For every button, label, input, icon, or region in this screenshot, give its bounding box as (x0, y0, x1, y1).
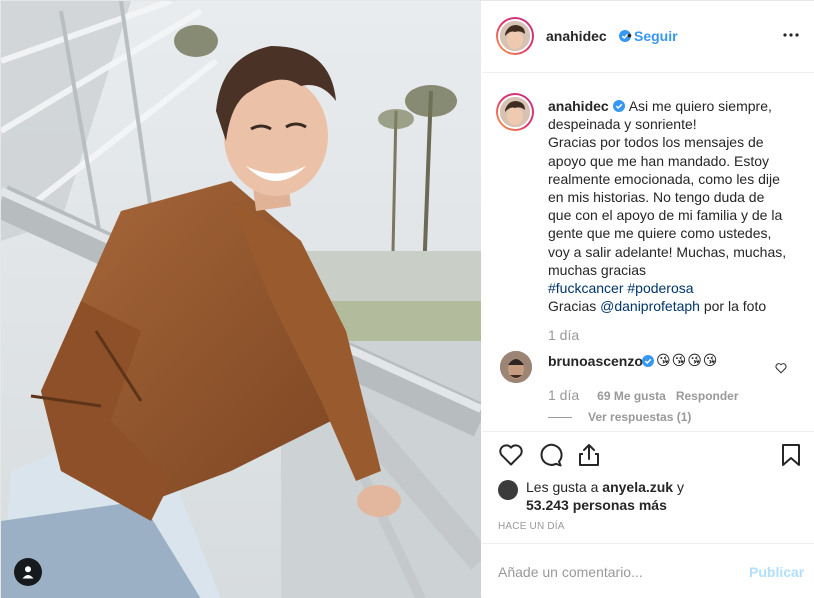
photographer-mention[interactable]: @daniprofetaph (600, 298, 700, 314)
add-comment-bar: Publicar (482, 543, 814, 598)
credit-prefix: Gracias (548, 298, 601, 315)
likes-conjunction: y (673, 479, 684, 495)
caption-line: apoyo que me han mandado. Estoy (548, 152, 770, 169)
commenter-username[interactable]: brunoascenzo (548, 353, 643, 369)
user-tag-icon (22, 566, 34, 579)
author-username[interactable]: anahidec (546, 28, 607, 44)
post-header: anahidec • Seguir (482, 1, 814, 73)
comment-likes[interactable]: 69 Me gusta (597, 389, 666, 403)
caption-line: muchas gracias (548, 261, 647, 278)
instagram-post: anahidec • Seguir anahidec Asi me quiero… (0, 0, 814, 598)
photo-illustration (1, 1, 481, 598)
post-actions: Les gusta a anyela.zuk y 53.243 personas… (482, 431, 814, 541)
post-side-panel: anahidec • Seguir anahidec Asi me quiero… (482, 1, 814, 598)
author-avatar[interactable] (496, 17, 534, 55)
comment-time[interactable]: 1 día (548, 387, 579, 403)
caption-line: despeinada y sonriente! (548, 116, 697, 133)
view-replies-button[interactable]: Ver respuestas (1) (548, 410, 691, 424)
comment-input[interactable] (498, 560, 728, 584)
verified-badge-icon (642, 355, 654, 367)
publish-button[interactable]: Publicar (749, 564, 804, 580)
reply-button[interactable]: Responder (676, 389, 739, 403)
caption-line: que con el apoyo de mi familia y de la (548, 207, 783, 224)
liker-avatar[interactable] (498, 480, 518, 500)
post-photo[interactable] (1, 1, 481, 598)
comment-icon[interactable] (537, 442, 563, 468)
post-caption: anahidec Asi me quiero siempre, despeinad… (548, 97, 798, 315)
caption-line: Asi me quiero siempre, (628, 98, 772, 114)
caption-time[interactable]: 1 día (548, 327, 579, 343)
likes-prefix: Les gusta a (526, 479, 603, 495)
likes-count[interactable]: 53.243 personas más (526, 497, 667, 513)
caption-hashtags[interactable]: #fuckcancer #poderosa (548, 280, 694, 296)
caption-line: gente que me quiere como ustedes, (548, 225, 772, 242)
verified-badge-icon (612, 100, 625, 112)
comment-meta: 1 día 69 Me gusta Responder (548, 387, 739, 403)
user-tag-button[interactable] (14, 558, 42, 586)
comment-text: 😘😘😘😘 (656, 352, 719, 368)
commenter-avatar[interactable] (500, 351, 532, 383)
bookmark-icon[interactable] (778, 442, 804, 468)
share-icon[interactable] (576, 442, 602, 468)
header-separator: • (627, 27, 632, 43)
heart-icon[interactable] (498, 442, 524, 468)
caption-line: realmente emocionada, como les dije (548, 170, 780, 187)
caption-line: Gracias por todos los mensajes de (548, 134, 764, 151)
post-timestamp[interactable]: HACE UN DÍA (498, 521, 565, 532)
caption-author-avatar[interactable] (496, 93, 534, 131)
caption-line: en mis historias. No tengo duda de (548, 189, 765, 206)
likes-summary: Les gusta a anyela.zuk y 53.243 personas… (498, 478, 798, 514)
caption-username[interactable]: anahidec (548, 98, 609, 114)
view-replies-label: Ver respuestas (1) (588, 410, 692, 424)
comments-section: anahidec Asi me quiero siempre, despeinad… (482, 73, 814, 429)
caption-line: voy a salir adelante! Muchas, muchas, (548, 243, 787, 260)
more-horizontal-icon[interactable] (782, 26, 800, 44)
liker-username[interactable]: anyela.zuk (602, 479, 673, 495)
comment-like-heart-icon[interactable] (775, 362, 787, 374)
follow-button[interactable]: Seguir (634, 28, 678, 44)
replies-divider (548, 417, 572, 419)
credit-suffix: por la foto (699, 298, 767, 315)
